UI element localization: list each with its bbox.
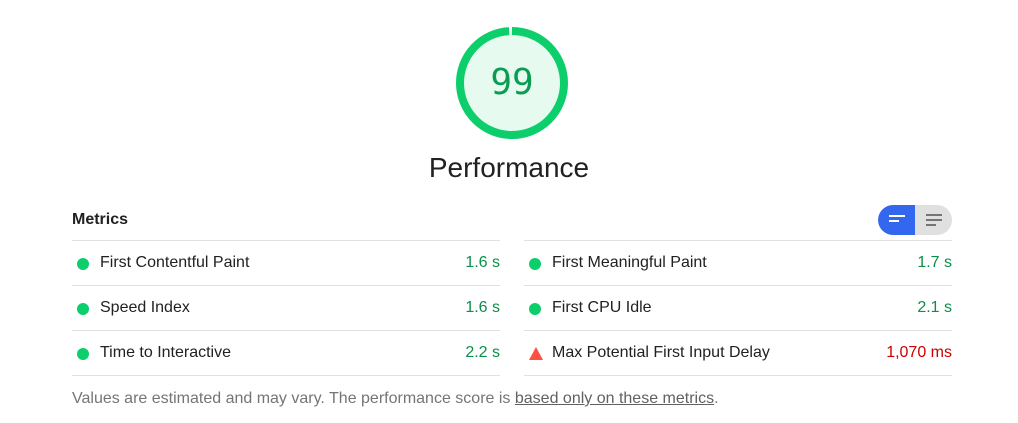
footnote-suffix: .	[714, 390, 719, 407]
metric-row: First CPU Idle 2.1 s	[524, 285, 952, 330]
metric-label: Speed Index	[100, 299, 190, 316]
metrics-column-right: First Meaningful Paint 1.7 s First CPU I…	[524, 240, 952, 376]
metric-row: Speed Index 1.6 s	[72, 285, 500, 330]
metric-row: Time to Interactive 2.2 s	[72, 330, 500, 376]
metric-row: Max Potential First Input Delay 1,070 ms	[524, 330, 952, 376]
pass-indicator-icon	[77, 348, 89, 360]
footnote: Values are estimated and may vary. The p…	[72, 388, 719, 410]
lines-short-icon	[888, 215, 905, 222]
metrics-header: Metrics	[72, 205, 952, 238]
metric-row: First Meaningful Paint 1.7 s	[524, 240, 952, 285]
metric-value: 1.6 s	[465, 299, 500, 316]
pass-indicator-icon	[77, 258, 89, 270]
metric-label: First Meaningful Paint	[552, 254, 707, 271]
footnote-text: Values are estimated and may vary. The p…	[72, 390, 515, 407]
pass-indicator-icon	[529, 303, 541, 315]
metric-label: Max Potential First Input Delay	[552, 344, 770, 361]
metric-label: First Contentful Paint	[100, 254, 250, 271]
toggle-description-view-button[interactable]	[915, 205, 952, 235]
metric-label: First CPU Idle	[552, 299, 652, 316]
fail-triangle-icon	[529, 347, 543, 360]
lines-long-icon	[925, 214, 942, 226]
pass-indicator-icon	[77, 303, 89, 315]
gauge-title: Performance	[428, 152, 590, 183]
metrics-column-left: First Contentful Paint 1.6 s Speed Index…	[72, 240, 500, 376]
metric-value: 2.2 s	[465, 344, 500, 361]
performance-gauge: 99	[455, 26, 569, 140]
metric-value: 1,070 ms	[886, 344, 952, 361]
metrics-view-toggle[interactable]	[878, 205, 952, 235]
pass-indicator-icon	[529, 258, 541, 270]
metric-value: 2.1 s	[917, 299, 952, 316]
metrics-info-link[interactable]: based only on these metrics	[515, 390, 714, 407]
metric-label: Time to Interactive	[100, 344, 232, 361]
toggle-summary-view-button[interactable]	[878, 205, 915, 235]
metric-value: 1.6 s	[465, 254, 500, 271]
metric-value: 1.7 s	[917, 254, 952, 271]
metric-row: First Contentful Paint 1.6 s	[72, 240, 500, 285]
metrics-title: Metrics	[72, 211, 129, 228]
gauge-score: 99	[490, 62, 534, 103]
